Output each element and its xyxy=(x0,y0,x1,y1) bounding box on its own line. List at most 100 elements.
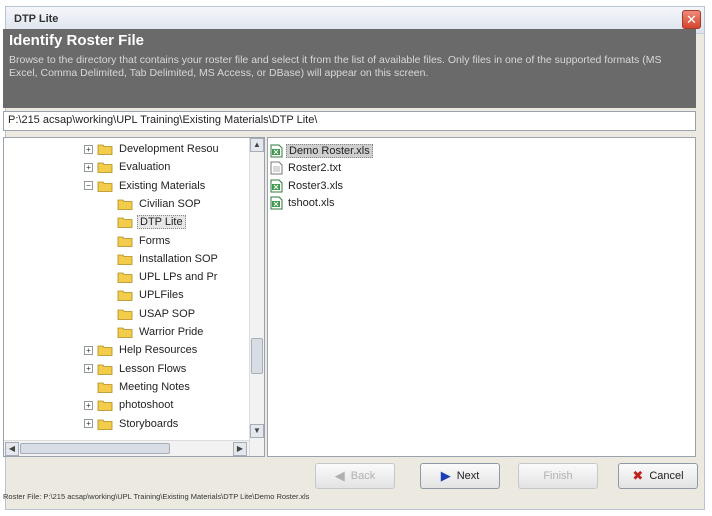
cancel-x-icon: ✖ xyxy=(632,468,644,483)
tree-item-label: Warrior Pride xyxy=(139,326,204,338)
tree-item-label: Storyboards xyxy=(119,417,179,430)
excel-file-icon xyxy=(270,196,283,210)
tree-item-label: Forms xyxy=(139,234,171,247)
next-label: Next xyxy=(456,470,480,482)
folder-icon xyxy=(97,143,113,155)
scroll-thumb[interactable] xyxy=(251,338,263,374)
tree-item[interactable]: USAP SOP xyxy=(104,305,197,323)
next-button[interactable]: ▶ Next xyxy=(420,463,500,489)
file-list[interactable]: Demo Roster.xls Roster2.txt Roster3.xls tsh… xyxy=(267,137,696,457)
folder-icon xyxy=(117,216,133,229)
file-item-label: Demo Roster.xls xyxy=(286,143,373,158)
tree-item[interactable]: + Development Resou xyxy=(84,140,221,158)
folder-icon xyxy=(117,235,133,247)
tree-item-label: Installation SOP xyxy=(139,252,218,265)
text-file-icon xyxy=(270,161,283,175)
expander-toggle[interactable]: + xyxy=(84,144,93,154)
folder-icon xyxy=(97,161,113,174)
tree-item-label: photoshoot xyxy=(119,399,174,412)
expander-toggle[interactable]: + xyxy=(84,419,93,428)
expander-toggle[interactable]: + xyxy=(84,162,93,172)
scroll-up-button[interactable]: ▲ xyxy=(250,138,264,152)
scroll-right-button[interactable]: ▶ xyxy=(233,442,247,456)
expander-toggle[interactable]: + xyxy=(84,345,93,355)
window-title: DTP Lite xyxy=(14,13,59,25)
file-item[interactable]: Demo Roster.xls xyxy=(270,142,373,159)
tree-item-label: DTP Lite xyxy=(137,215,186,230)
folder-icon xyxy=(117,289,133,302)
tree-item[interactable]: + Evaluation xyxy=(84,158,172,176)
finish-label: Finish xyxy=(543,470,573,482)
expander-toggle[interactable]: + xyxy=(84,400,93,410)
close-button[interactable]: ✕ xyxy=(682,10,701,29)
tree-item[interactable]: + Help Resources xyxy=(84,341,199,359)
status-bar: Roster File: P:\215 acsap\working\UPL Tr… xyxy=(3,492,310,501)
tree-item-label: Development Resou xyxy=(119,143,219,155)
folder-icon xyxy=(97,418,113,430)
folder-icon xyxy=(97,180,113,192)
scroll-thumb[interactable] xyxy=(20,443,170,454)
tree-item[interactable]: Civilian SOP xyxy=(104,195,203,213)
tree-item-label: Existing Materials xyxy=(119,179,206,192)
scroll-left-button[interactable]: ◀ xyxy=(5,442,19,456)
tree-item-label: Lesson Flows xyxy=(119,362,187,375)
file-item[interactable]: Roster3.xls xyxy=(270,177,345,194)
folder-icon xyxy=(97,363,113,375)
tree-item[interactable]: Installation SOP xyxy=(104,250,220,268)
wizard-header: Identify Roster File Browse to the direc… xyxy=(3,29,696,108)
tree-item[interactable]: Warrior Pride xyxy=(104,323,205,341)
finish-button[interactable]: Finish xyxy=(518,463,598,489)
tree-item[interactable]: DTP Lite xyxy=(104,213,186,231)
tree-item[interactable]: + photoshoot xyxy=(84,396,175,414)
folder-icon xyxy=(97,344,113,357)
back-button[interactable]: ◀ Back xyxy=(315,463,395,489)
folder-icon xyxy=(117,308,133,320)
path-field[interactable]: P:\215 acsap\working\UPL Training\Existi… xyxy=(3,111,696,131)
tree-horizontal-scrollbar[interactable]: ◀ ▶ xyxy=(4,440,249,456)
tree-item-label: USAP SOP xyxy=(139,307,196,320)
expander-toggle[interactable]: − xyxy=(84,181,93,191)
cancel-button[interactable]: ✖ Cancel xyxy=(618,463,698,489)
folder-icon xyxy=(117,271,133,283)
tree-item-label: UPL LPs and Pr xyxy=(139,271,218,284)
file-item-label: Roster3.xls xyxy=(288,179,344,192)
folder-icon xyxy=(97,381,113,393)
folder-icon xyxy=(117,253,133,265)
tree-item-label: UPLFiles xyxy=(139,289,184,302)
tree-item[interactable]: Forms xyxy=(104,232,172,250)
expander-toggle[interactable]: + xyxy=(84,364,93,374)
tree-item[interactable]: UPLFiles xyxy=(104,286,186,304)
cancel-label: Cancel xyxy=(649,470,684,482)
folder-tree[interactable]: ▲ ▼ ◀ ▶ + Development Resou + Evaluation − Ex… xyxy=(3,137,265,457)
file-item-label: Roster2.txt xyxy=(288,162,342,174)
file-item[interactable]: tshoot.xls xyxy=(270,195,336,212)
tree-item[interactable]: + Storyboards xyxy=(84,415,180,433)
folder-icon xyxy=(97,399,113,412)
tree-item-label: Civilian SOP xyxy=(139,197,201,210)
excel-file-icon xyxy=(270,144,283,158)
folder-icon xyxy=(117,326,133,338)
tree-item[interactable]: UPL LPs and Pr xyxy=(104,268,219,286)
scroll-down-button[interactable]: ▼ xyxy=(250,424,264,438)
file-item-label: tshoot.xls xyxy=(288,197,335,209)
tree-vertical-scrollbar[interactable]: ▲ ▼ xyxy=(249,138,264,456)
folder-icon xyxy=(117,198,133,210)
tree-item-label: Evaluation xyxy=(119,161,171,174)
next-arrow-icon: ▶ xyxy=(440,468,451,483)
page-description: Browse to the directory that contains yo… xyxy=(9,54,662,79)
tree-item-label: Meeting Notes xyxy=(119,380,190,393)
tree-item-label: Help Resources xyxy=(119,344,198,357)
file-item[interactable]: Roster2.txt xyxy=(270,160,343,177)
tree-item[interactable]: − Existing Materials xyxy=(84,177,207,195)
back-label: Back xyxy=(350,470,376,482)
tree-item[interactable]: + Lesson Flows xyxy=(84,360,188,378)
tree-item[interactable]: Meeting Notes xyxy=(84,378,192,396)
